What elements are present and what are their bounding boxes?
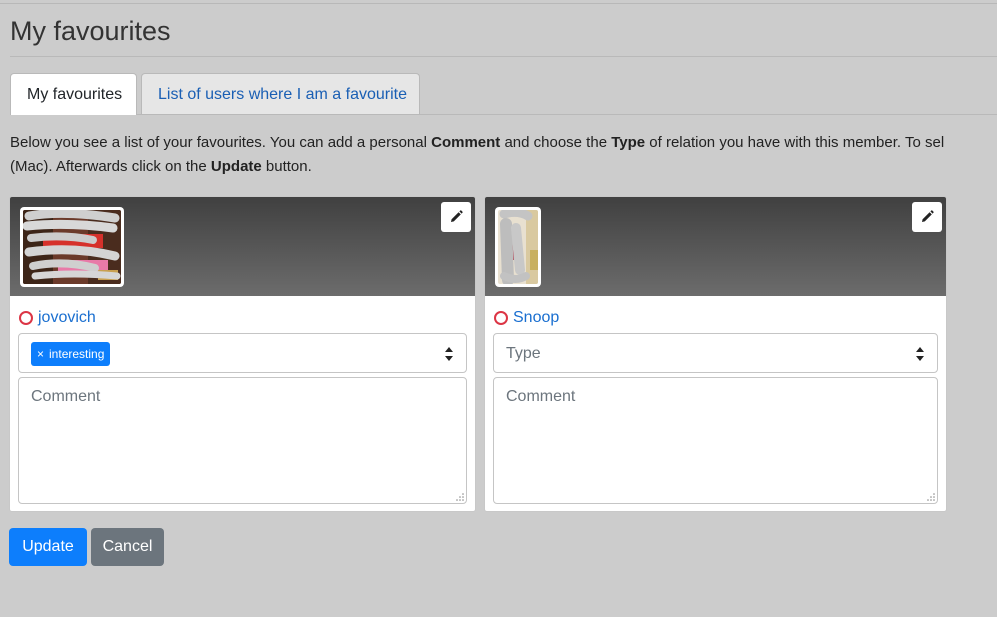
type-tag: × interesting: [31, 342, 111, 366]
tab-users-favouriting-me[interactable]: List of users where I am a favourite: [141, 73, 420, 114]
status-ring-icon: [19, 311, 33, 325]
photo-picture: [23, 210, 121, 284]
favourite-card: Snoop Type: [484, 196, 947, 512]
photo-picture: [498, 210, 538, 284]
member-photo[interactable]: [20, 207, 124, 287]
sort-arrows-icon: [916, 347, 924, 361]
member-username-link[interactable]: jovovich: [38, 309, 96, 327]
pencil-icon: [922, 210, 934, 222]
tab-my-favourites[interactable]: My favourites: [10, 73, 137, 115]
type-select-placeholder: Type: [506, 345, 541, 362]
card-banner: [485, 197, 946, 296]
page-title: My favourites: [10, 16, 171, 46]
tab-bar: My favourites List of users where I am a…: [10, 73, 997, 115]
edit-button[interactable]: [441, 202, 471, 232]
card-banner: [10, 197, 475, 296]
member-username-link[interactable]: Snoop: [513, 309, 559, 327]
member-photo-image: [23, 210, 121, 284]
comment-input[interactable]: [18, 377, 467, 504]
member-status-row: Snoop: [494, 307, 559, 329]
comment-input[interactable]: [493, 377, 938, 504]
type-select[interactable]: Type: [493, 333, 938, 373]
top-divider: [0, 3, 997, 4]
type-tag-label: interesting: [49, 347, 105, 361]
intro-text: Below you see a list of your favourites.…: [10, 134, 945, 175]
update-button[interactable]: Update: [9, 528, 87, 566]
member-photo-image: [498, 210, 538, 284]
edit-button[interactable]: [912, 202, 942, 232]
favourite-card: jovovich × interesting: [9, 196, 476, 512]
resize-handle-icon[interactable]: [456, 493, 464, 501]
member-status-row: jovovich: [19, 307, 96, 329]
status-ring-icon: [494, 311, 508, 325]
title-divider: [10, 56, 997, 57]
remove-tag-icon[interactable]: ×: [37, 342, 44, 366]
member-photo[interactable]: [495, 207, 541, 287]
type-select[interactable]: × interesting: [18, 333, 467, 373]
sort-arrows-icon: [445, 347, 453, 361]
cancel-button[interactable]: Cancel: [91, 528, 164, 566]
resize-handle-icon[interactable]: [927, 493, 935, 501]
pencil-icon: [451, 210, 463, 222]
